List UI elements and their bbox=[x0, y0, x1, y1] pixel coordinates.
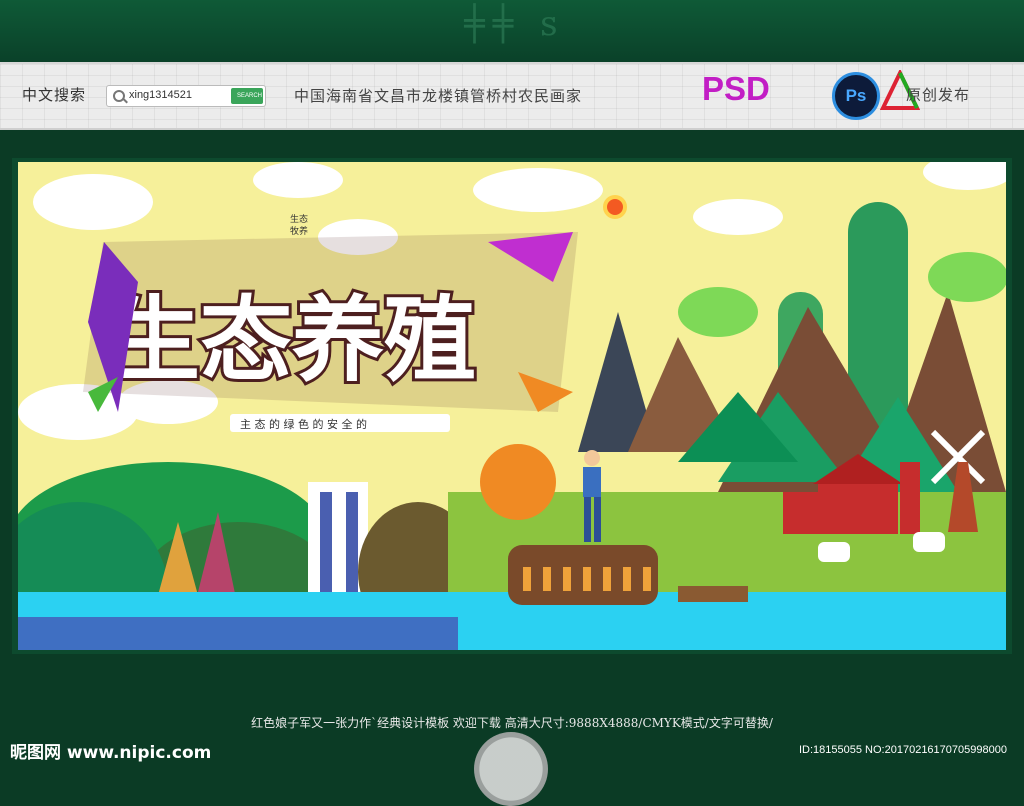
psd-label: PSD bbox=[702, 70, 770, 107]
caption: 红色娘子军又一张力作`经典设计模板 欢迎下载 高清大尺寸:9888X4888/C… bbox=[251, 716, 773, 730]
top-watermark: ╪╪ ꜱ bbox=[464, 4, 566, 44]
subtitle-text: 主 态 的 绿 色 的 安 全 的 bbox=[240, 417, 367, 431]
original-label: 原创发布 bbox=[906, 86, 971, 104]
autumn-tree bbox=[480, 444, 556, 520]
tag-small-text: 生态 bbox=[290, 213, 308, 225]
decorative-circle bbox=[474, 732, 548, 806]
header-title: 中国海南省文昌市龙楼镇管桥村农民画家 bbox=[294, 87, 583, 105]
svg-text:牧养: 牧养 bbox=[290, 225, 308, 237]
search-button[interactable]: SEARCH bbox=[231, 88, 263, 104]
top-band: ╪╪ ꜱ bbox=[0, 0, 1024, 62]
headline-text: 生态养殖 bbox=[108, 287, 476, 394]
site-id: ID:18155055 NO:20170216170705998000 bbox=[799, 744, 1007, 756]
search-box[interactable]: SEARCH bbox=[106, 85, 266, 107]
sun bbox=[603, 195, 627, 219]
photoshop-icon: Ps bbox=[832, 72, 880, 120]
headline-group: 生态养殖 bbox=[83, 232, 578, 412]
water-left bbox=[18, 617, 458, 650]
search-input[interactable] bbox=[127, 88, 231, 102]
dock bbox=[678, 586, 748, 602]
search-icon bbox=[113, 90, 125, 102]
search-label: 中文搜索 bbox=[22, 86, 87, 104]
banner-image: 生态养殖 主 态 的 绿 色 的 安 全 的 生态 牧养 bbox=[18, 162, 1006, 650]
site-logo[interactable]: 昵图网 www.nipic.com bbox=[10, 738, 211, 763]
